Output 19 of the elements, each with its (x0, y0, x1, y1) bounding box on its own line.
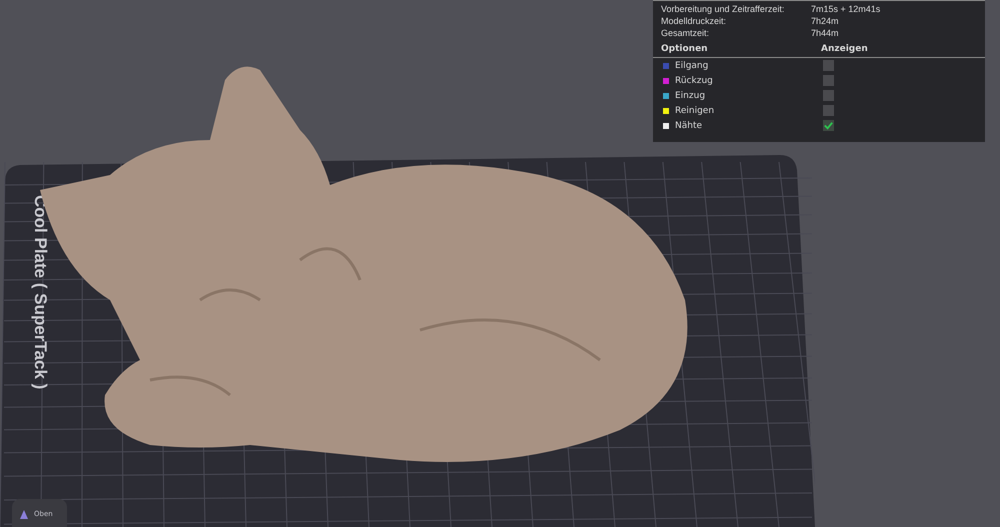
column-header: Anzeigen (821, 44, 868, 54)
stat-value: 7m15s + 12m41s (811, 4, 882, 14)
legend-label: Eilgang (675, 60, 708, 70)
column-header: Optionen (661, 44, 709, 54)
show-checkbox[interactable] (823, 60, 834, 71)
legend-label: Reinigen (675, 106, 714, 116)
show-checkbox[interactable] (823, 120, 834, 131)
legend-label: Rückzug (675, 76, 713, 86)
stat-label: Gesamtzeit: (661, 28, 710, 38)
stat-label: Vorbereitung und Zeitrafferzeit: (661, 4, 786, 14)
show-checkbox[interactable] (823, 105, 834, 116)
axis-z-icon (20, 510, 28, 518)
show-checkbox[interactable] (823, 75, 834, 86)
stat-value: 7h44m (811, 28, 840, 38)
legend-label: Nähte (675, 120, 702, 130)
stat-value: 7h24m (811, 16, 840, 26)
show-checkbox[interactable] (823, 90, 834, 101)
stat-label: Modelldruckzeit: (661, 16, 728, 26)
legend-label: Einzug (675, 90, 706, 100)
